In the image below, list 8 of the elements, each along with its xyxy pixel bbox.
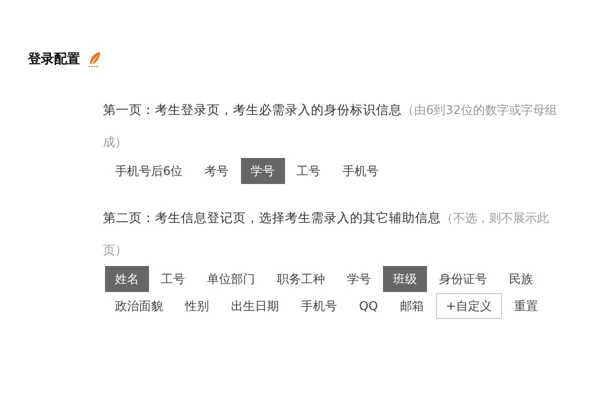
section-description: 第一页：考生登录页，考生必需录入的身份标识信息（由6到32位的数字或字母组成）: [103, 101, 558, 151]
field-option[interactable]: 姓名: [105, 266, 149, 292]
section-description: 第二页：考生信息登记页，选择考生需录入的其它辅助信息（不选，则不展示此页）: [103, 209, 550, 259]
field-option[interactable]: 学号: [240, 158, 285, 184]
field-option[interactable]: 班级: [383, 266, 427, 292]
feather-icon: [88, 51, 102, 67]
section-title: 登录配置: [28, 51, 80, 68]
add-custom-button[interactable]: +自定义: [436, 293, 502, 319]
